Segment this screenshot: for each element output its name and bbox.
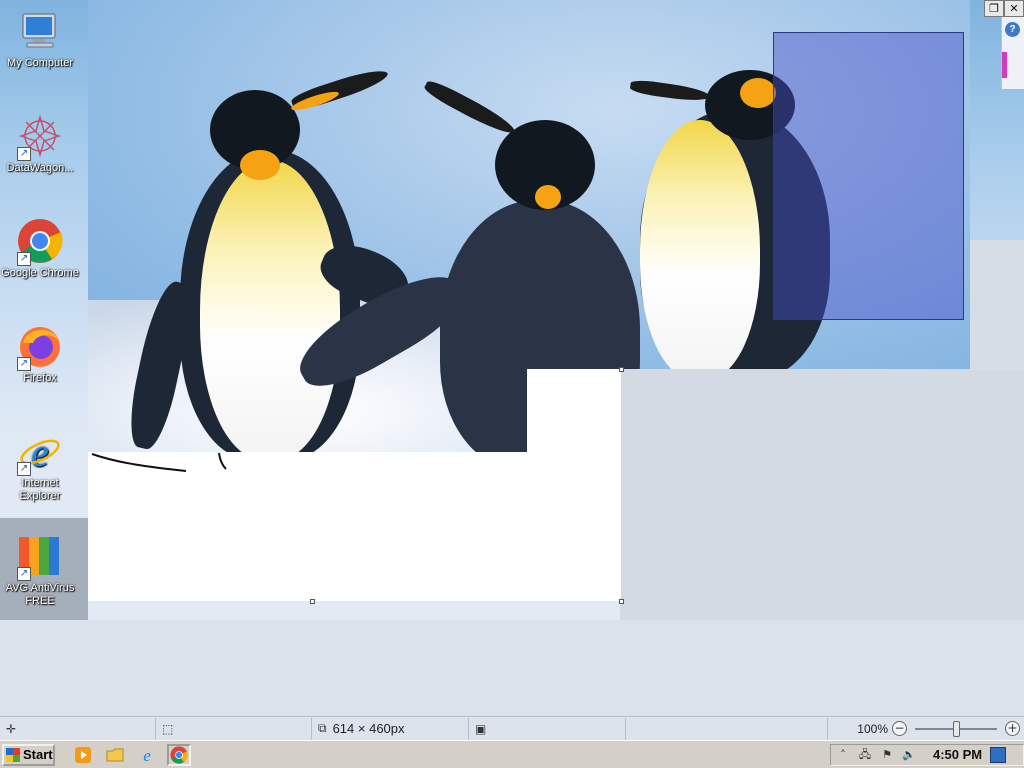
restore-button[interactable]: ❐ bbox=[984, 0, 1004, 17]
desktop-icon-label: Internet Explorer bbox=[19, 477, 61, 502]
zoom-in-button[interactable]: + bbox=[1005, 721, 1020, 736]
start-button[interactable]: Start bbox=[2, 743, 55, 766]
shortcut-arrow-icon: ↗ bbox=[17, 147, 31, 161]
selection-icon: ⬚ bbox=[162, 721, 174, 736]
quicklaunch-ie[interactable]: e bbox=[135, 744, 159, 766]
desktop-icon-label: AVG AntiVirus FREE bbox=[5, 582, 75, 607]
svg-text:e: e bbox=[143, 746, 151, 764]
desktop-icon-avg[interactable]: ↗ AVG AntiVirus FREE bbox=[0, 525, 80, 608]
volume-icon[interactable]: 🔈 bbox=[901, 747, 917, 763]
clock[interactable]: 4:50 PM bbox=[933, 747, 982, 762]
window-controls: ❐ ✕ bbox=[984, 0, 1024, 17]
chrome-icon: ↗ bbox=[17, 218, 63, 266]
desktop-icon-firefox[interactable]: ↗ Firefox bbox=[0, 315, 80, 385]
shortcut-arrow-icon: ↗ bbox=[17, 252, 31, 266]
avg-icon: ↗ bbox=[17, 533, 63, 581]
start-label: Start bbox=[23, 747, 53, 762]
windows-logo-icon bbox=[6, 747, 20, 762]
image-dimensions: 614 × 460px bbox=[332, 721, 405, 736]
desktop-icon-label: Google Chrome bbox=[1, 267, 79, 279]
cursor-position-cell: ✛ bbox=[0, 717, 156, 740]
action-center-flag-icon[interactable]: ⚑ bbox=[879, 747, 895, 763]
file-size-cell: ▣ bbox=[469, 717, 626, 740]
zoom-slider-thumb[interactable] bbox=[953, 720, 960, 737]
folder-icon bbox=[106, 748, 124, 761]
selection-size-cell: ⬚ bbox=[156, 717, 312, 740]
image-size-cell: ⧉ 614 × 460px bbox=[312, 717, 469, 740]
status-bar: ✛ ⬚ ⧉ 614 × 460px ▣ 100% − + bbox=[0, 716, 1024, 740]
canvas-area-top[interactable] bbox=[527, 369, 621, 459]
shortcut-arrow-icon: ↗ bbox=[17, 462, 31, 476]
quicklaunch-media-player[interactable] bbox=[71, 744, 95, 766]
taskbar: Start e ˄ 🖧 ⚑ 🔈 4:50 PM bbox=[0, 740, 1024, 768]
resize-handle-corner[interactable] bbox=[619, 599, 624, 604]
desktop-icon-my-computer[interactable]: My Computer bbox=[0, 0, 80, 70]
my-computer-icon bbox=[17, 8, 63, 54]
pencil-stroke bbox=[91, 452, 227, 472]
wallpaper-bottom-area bbox=[0, 620, 1024, 716]
desktop-icon-label: My Computer bbox=[6, 57, 74, 69]
datawagon-icon: ↗ bbox=[17, 113, 63, 161]
selection-rectangle[interactable] bbox=[773, 32, 964, 320]
help-icon[interactable]: ? bbox=[1005, 22, 1020, 37]
resize-handle-right[interactable] bbox=[619, 367, 624, 372]
zoom-control: 100% − + bbox=[857, 718, 1024, 740]
image-size-icon: ⧉ bbox=[318, 721, 327, 735]
shortcut-arrow-icon: ↗ bbox=[17, 357, 31, 371]
desktop-icon-chrome[interactable]: ↗ Google Chrome bbox=[0, 210, 80, 280]
show-desktop-icon[interactable] bbox=[990, 746, 1007, 763]
internet-explorer-icon: e bbox=[143, 746, 151, 764]
media-player-icon bbox=[75, 746, 91, 763]
desktop-icon-internet-explorer[interactable]: e ↗ Internet Explorer bbox=[0, 420, 80, 503]
empty-status-cell bbox=[626, 717, 828, 740]
desktop-icon-label: DataWagon... bbox=[6, 162, 74, 174]
move-cursor-icon: ✛ bbox=[6, 721, 17, 736]
internet-explorer-icon: e ↗ bbox=[17, 428, 63, 476]
wallpaper-gray-strip bbox=[970, 240, 1024, 370]
system-tray: ˄ 🖧 ⚑ 🔈 4:50 PM bbox=[830, 743, 1024, 766]
zoom-out-button[interactable]: − bbox=[892, 721, 907, 736]
taskbar-chrome-button[interactable] bbox=[167, 743, 191, 766]
desktop-wallpaper bbox=[0, 0, 1024, 716]
zoom-level: 100% bbox=[857, 721, 888, 736]
resize-handle-bottom[interactable] bbox=[310, 599, 315, 604]
desktop-icon-label: Firefox bbox=[23, 372, 57, 384]
quicklaunch-explorer[interactable] bbox=[103, 744, 127, 766]
zoom-slider[interactable] bbox=[915, 720, 997, 737]
shortcut-arrow-icon: ↗ bbox=[17, 567, 31, 581]
chrome-icon bbox=[170, 745, 188, 764]
tray-expand-icon[interactable]: ˄ bbox=[835, 747, 851, 763]
firefox-icon: ↗ bbox=[17, 323, 63, 371]
disk-icon: ▣ bbox=[475, 721, 487, 736]
close-button[interactable]: ✕ bbox=[1004, 0, 1024, 17]
desktop-icon-datawagon[interactable]: ↗ DataWagon... bbox=[0, 105, 80, 175]
color-swatch[interactable] bbox=[1002, 52, 1007, 78]
network-icon[interactable]: 🖧 bbox=[857, 747, 873, 763]
svg-text:e: e bbox=[31, 430, 49, 474]
